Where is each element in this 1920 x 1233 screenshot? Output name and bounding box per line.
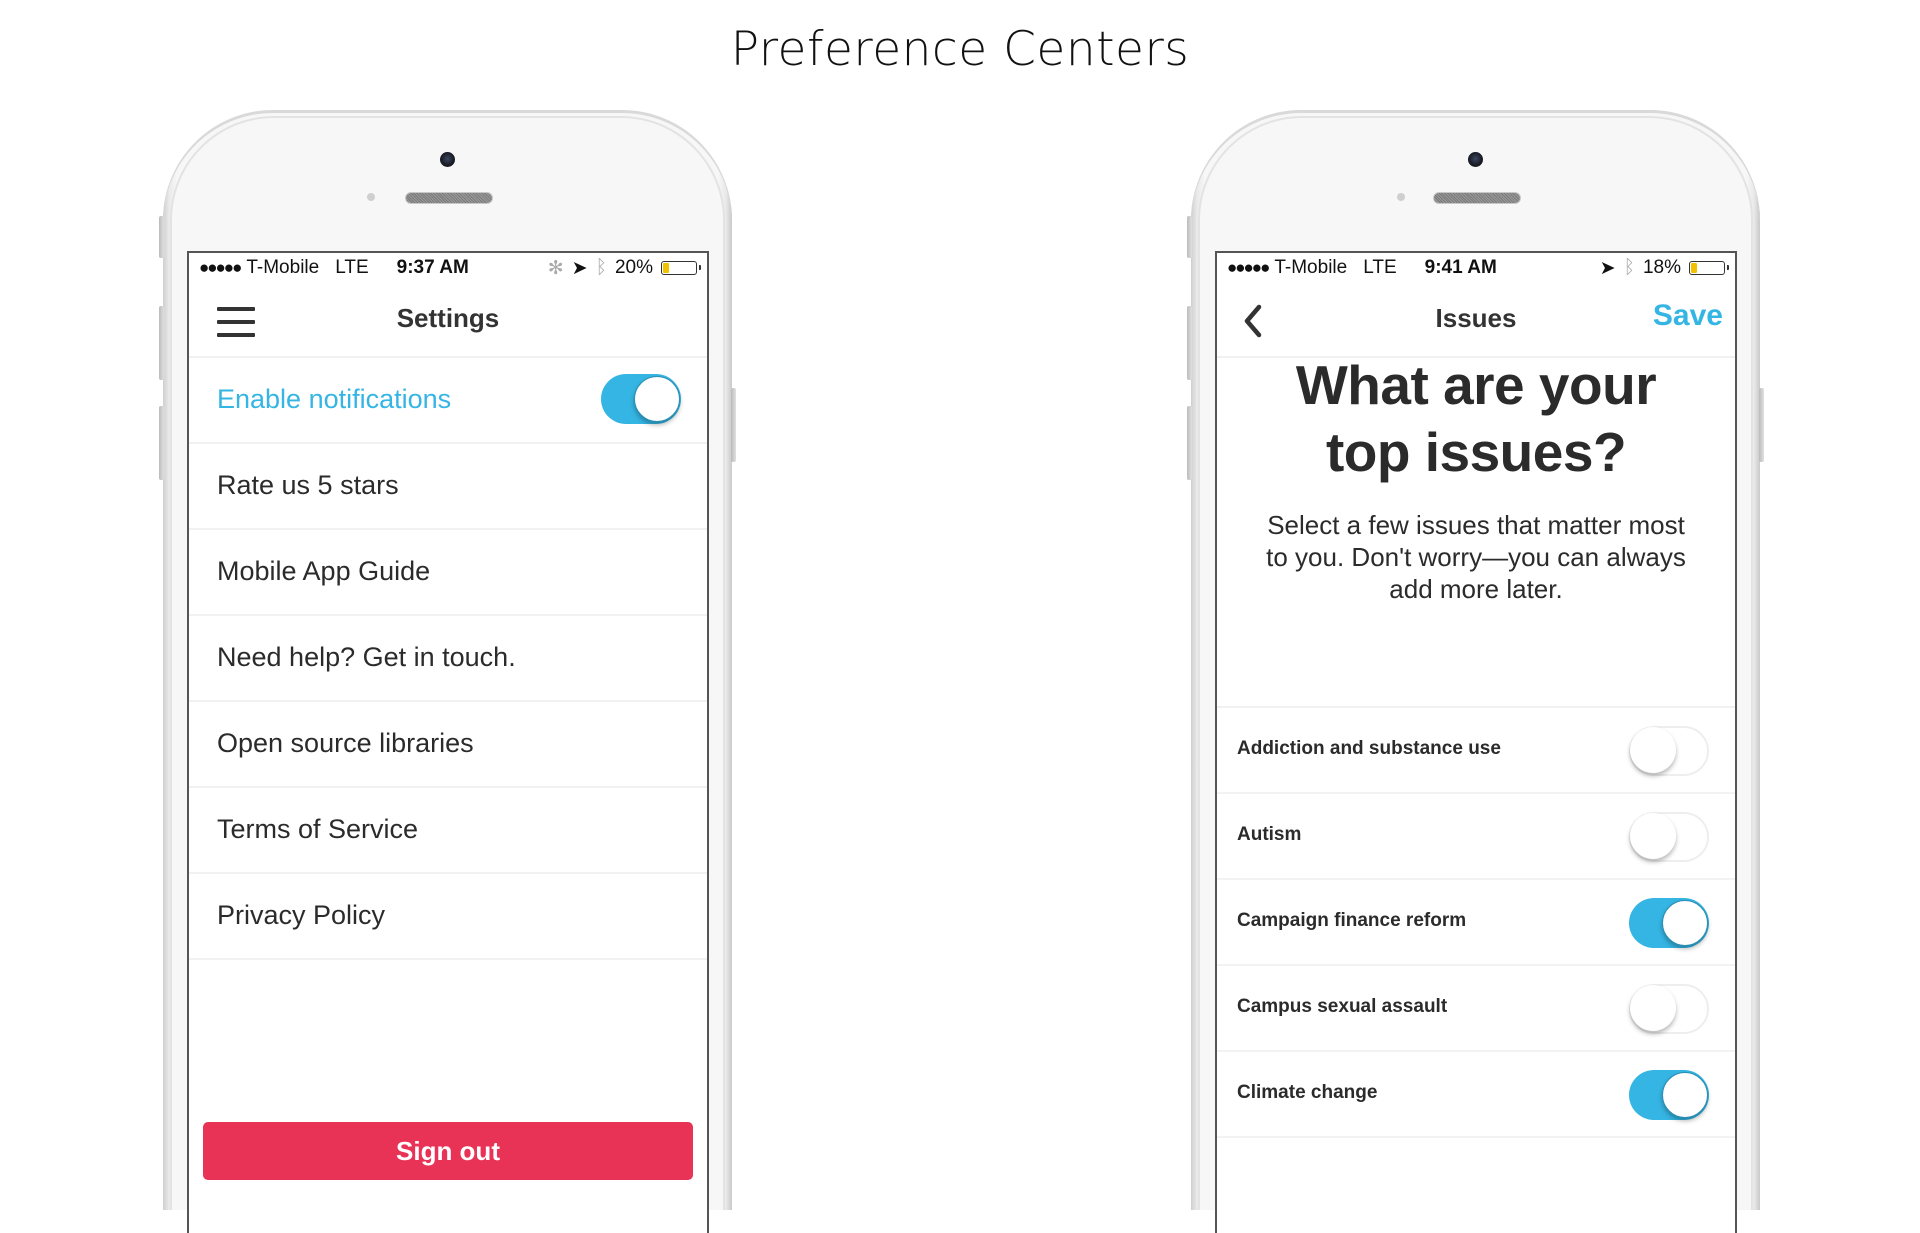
battery-percent: 18% xyxy=(1642,257,1681,278)
notifications-toggle[interactable] xyxy=(601,374,681,424)
issue-toggle[interactable] xyxy=(1629,1070,1709,1120)
battery-percent: 20% xyxy=(614,257,653,278)
row-label: Rate us 5 stars xyxy=(217,470,399,500)
row-label: Enable notifications xyxy=(217,384,452,414)
headline-line: top issues? xyxy=(1325,421,1627,483)
toggle-knob xyxy=(1630,727,1676,773)
volume-up-button xyxy=(1187,306,1192,380)
setting-row-open-source[interactable]: Open source libraries xyxy=(189,702,707,788)
network-type: LTE xyxy=(335,257,369,278)
power-button xyxy=(731,388,736,462)
subtitle-line: add more later. xyxy=(1389,574,1563,604)
proximity-sensor xyxy=(367,193,375,201)
mute-switch xyxy=(159,216,164,258)
row-label: Terms of Service xyxy=(217,814,419,844)
issue-label: Autism xyxy=(1237,824,1302,845)
volume-up-button xyxy=(159,306,164,380)
issue-toggle[interactable] xyxy=(1629,984,1709,1034)
issue-row[interactable]: Climate change xyxy=(1217,1052,1735,1138)
settings-screen: ●●●●● T-Mobile LTE 9:37 AM ✻ ➤ ᛒ 20% Set… xyxy=(187,251,709,1233)
subtitle: Select a few issues that matter most to … xyxy=(1231,509,1721,605)
page-title: Preference Centers xyxy=(730,22,1190,77)
nav-title: Settings xyxy=(396,303,500,333)
row-label: Privacy Policy xyxy=(217,900,386,930)
earpiece-speaker xyxy=(404,192,493,204)
toggle-knob xyxy=(1630,985,1676,1031)
issue-toggle[interactable] xyxy=(1629,898,1709,948)
toggle-knob xyxy=(1630,813,1676,859)
setting-row-rate[interactable]: Rate us 5 stars xyxy=(189,444,707,530)
volume-down-button xyxy=(1187,406,1192,480)
subtitle-line: Select a few issues that matter most xyxy=(1267,510,1685,540)
signal-strength-icon: ●●●●● xyxy=(199,258,242,277)
carrier-name: T-Mobile xyxy=(1274,257,1348,278)
row-label: Mobile App Guide xyxy=(217,556,431,586)
headline: What are your top issues? xyxy=(1217,352,1735,486)
issues-screen: ●●●●● T-Mobile LTE 9:41 AM ➤ ᛒ 18% Issue… xyxy=(1215,251,1737,1233)
bluetooth-icon: ᛒ xyxy=(595,257,607,278)
issue-row[interactable]: Campaign finance reform xyxy=(1217,880,1735,966)
save-button[interactable]: Save xyxy=(1653,299,1723,333)
setting-row-privacy[interactable]: Privacy Policy xyxy=(189,874,707,960)
location-arrow-icon: ➤ xyxy=(1599,257,1616,279)
setting-row-guide[interactable]: Mobile App Guide xyxy=(189,530,707,616)
front-camera xyxy=(439,152,455,167)
row-label: Need help? Get in touch. xyxy=(217,642,516,672)
setting-row-help[interactable]: Need help? Get in touch. xyxy=(189,616,707,702)
carrier-name: T-Mobile xyxy=(246,257,320,278)
setting-row-notifications[interactable]: Enable notifications xyxy=(189,358,707,444)
setting-row-terms[interactable]: Terms of Service xyxy=(189,788,707,874)
issue-list: Addiction and substance use Autism Campa… xyxy=(1217,706,1735,1138)
subtitle-line: to you. Don't worry—you can always xyxy=(1266,542,1686,572)
issue-toggle[interactable] xyxy=(1629,812,1709,862)
issue-label: Campus sexual assault xyxy=(1237,996,1448,1017)
mute-switch xyxy=(1187,216,1192,258)
row-label: Open source libraries xyxy=(217,728,474,758)
bluetooth-icon: ᛒ xyxy=(1623,257,1635,278)
sign-out-button[interactable]: Sign out xyxy=(203,1122,693,1180)
volume-down-button xyxy=(159,406,164,480)
issue-row[interactable]: Addiction and substance use xyxy=(1217,708,1735,794)
status-bar: ●●●●● T-Mobile LTE 9:37 AM ✻ ➤ ᛒ 20% xyxy=(189,253,707,283)
location-arrow-icon: ➤ xyxy=(571,257,588,279)
battery-icon xyxy=(1689,261,1729,275)
issue-label: Addiction and substance use xyxy=(1237,738,1501,759)
toggle-knob xyxy=(1662,1072,1708,1118)
toggle-knob xyxy=(634,376,680,422)
network-type: LTE xyxy=(1363,257,1397,278)
phone-issues: ●●●●● T-Mobile LTE 9:41 AM ➤ ᛒ 18% Issue… xyxy=(1187,110,1764,1233)
issue-label: Campaign finance reform xyxy=(1237,910,1467,931)
status-bar: ●●●●● T-Mobile LTE 9:41 AM ➤ ᛒ 18% xyxy=(1217,253,1735,283)
nav-bar: Settings xyxy=(189,283,707,358)
status-time: 9:37 AM xyxy=(396,257,469,278)
proximity-sensor xyxy=(1397,193,1405,201)
signal-strength-icon: ●●●●● xyxy=(1227,258,1270,277)
battery-level xyxy=(1691,263,1697,273)
issue-label: Climate change xyxy=(1237,1082,1378,1103)
status-time: 9:41 AM xyxy=(1424,257,1497,278)
toggle-knob xyxy=(1662,900,1708,946)
issue-toggle[interactable] xyxy=(1629,726,1709,776)
headline-line: What are your xyxy=(1295,354,1657,416)
spinner-icon: ✻ xyxy=(547,257,564,279)
front-camera xyxy=(1467,152,1483,167)
battery-level xyxy=(663,263,670,273)
issue-row[interactable]: Autism xyxy=(1217,794,1735,880)
power-button xyxy=(1759,388,1764,462)
earpiece-speaker xyxy=(1432,192,1521,204)
nav-bar: Issues Save xyxy=(1217,283,1735,358)
phone-settings: ●●●●● T-Mobile LTE 9:37 AM ✻ ➤ ᛒ 20% Set… xyxy=(159,110,736,1233)
battery-icon xyxy=(661,261,701,275)
issue-row[interactable]: Campus sexual assault xyxy=(1217,966,1735,1052)
